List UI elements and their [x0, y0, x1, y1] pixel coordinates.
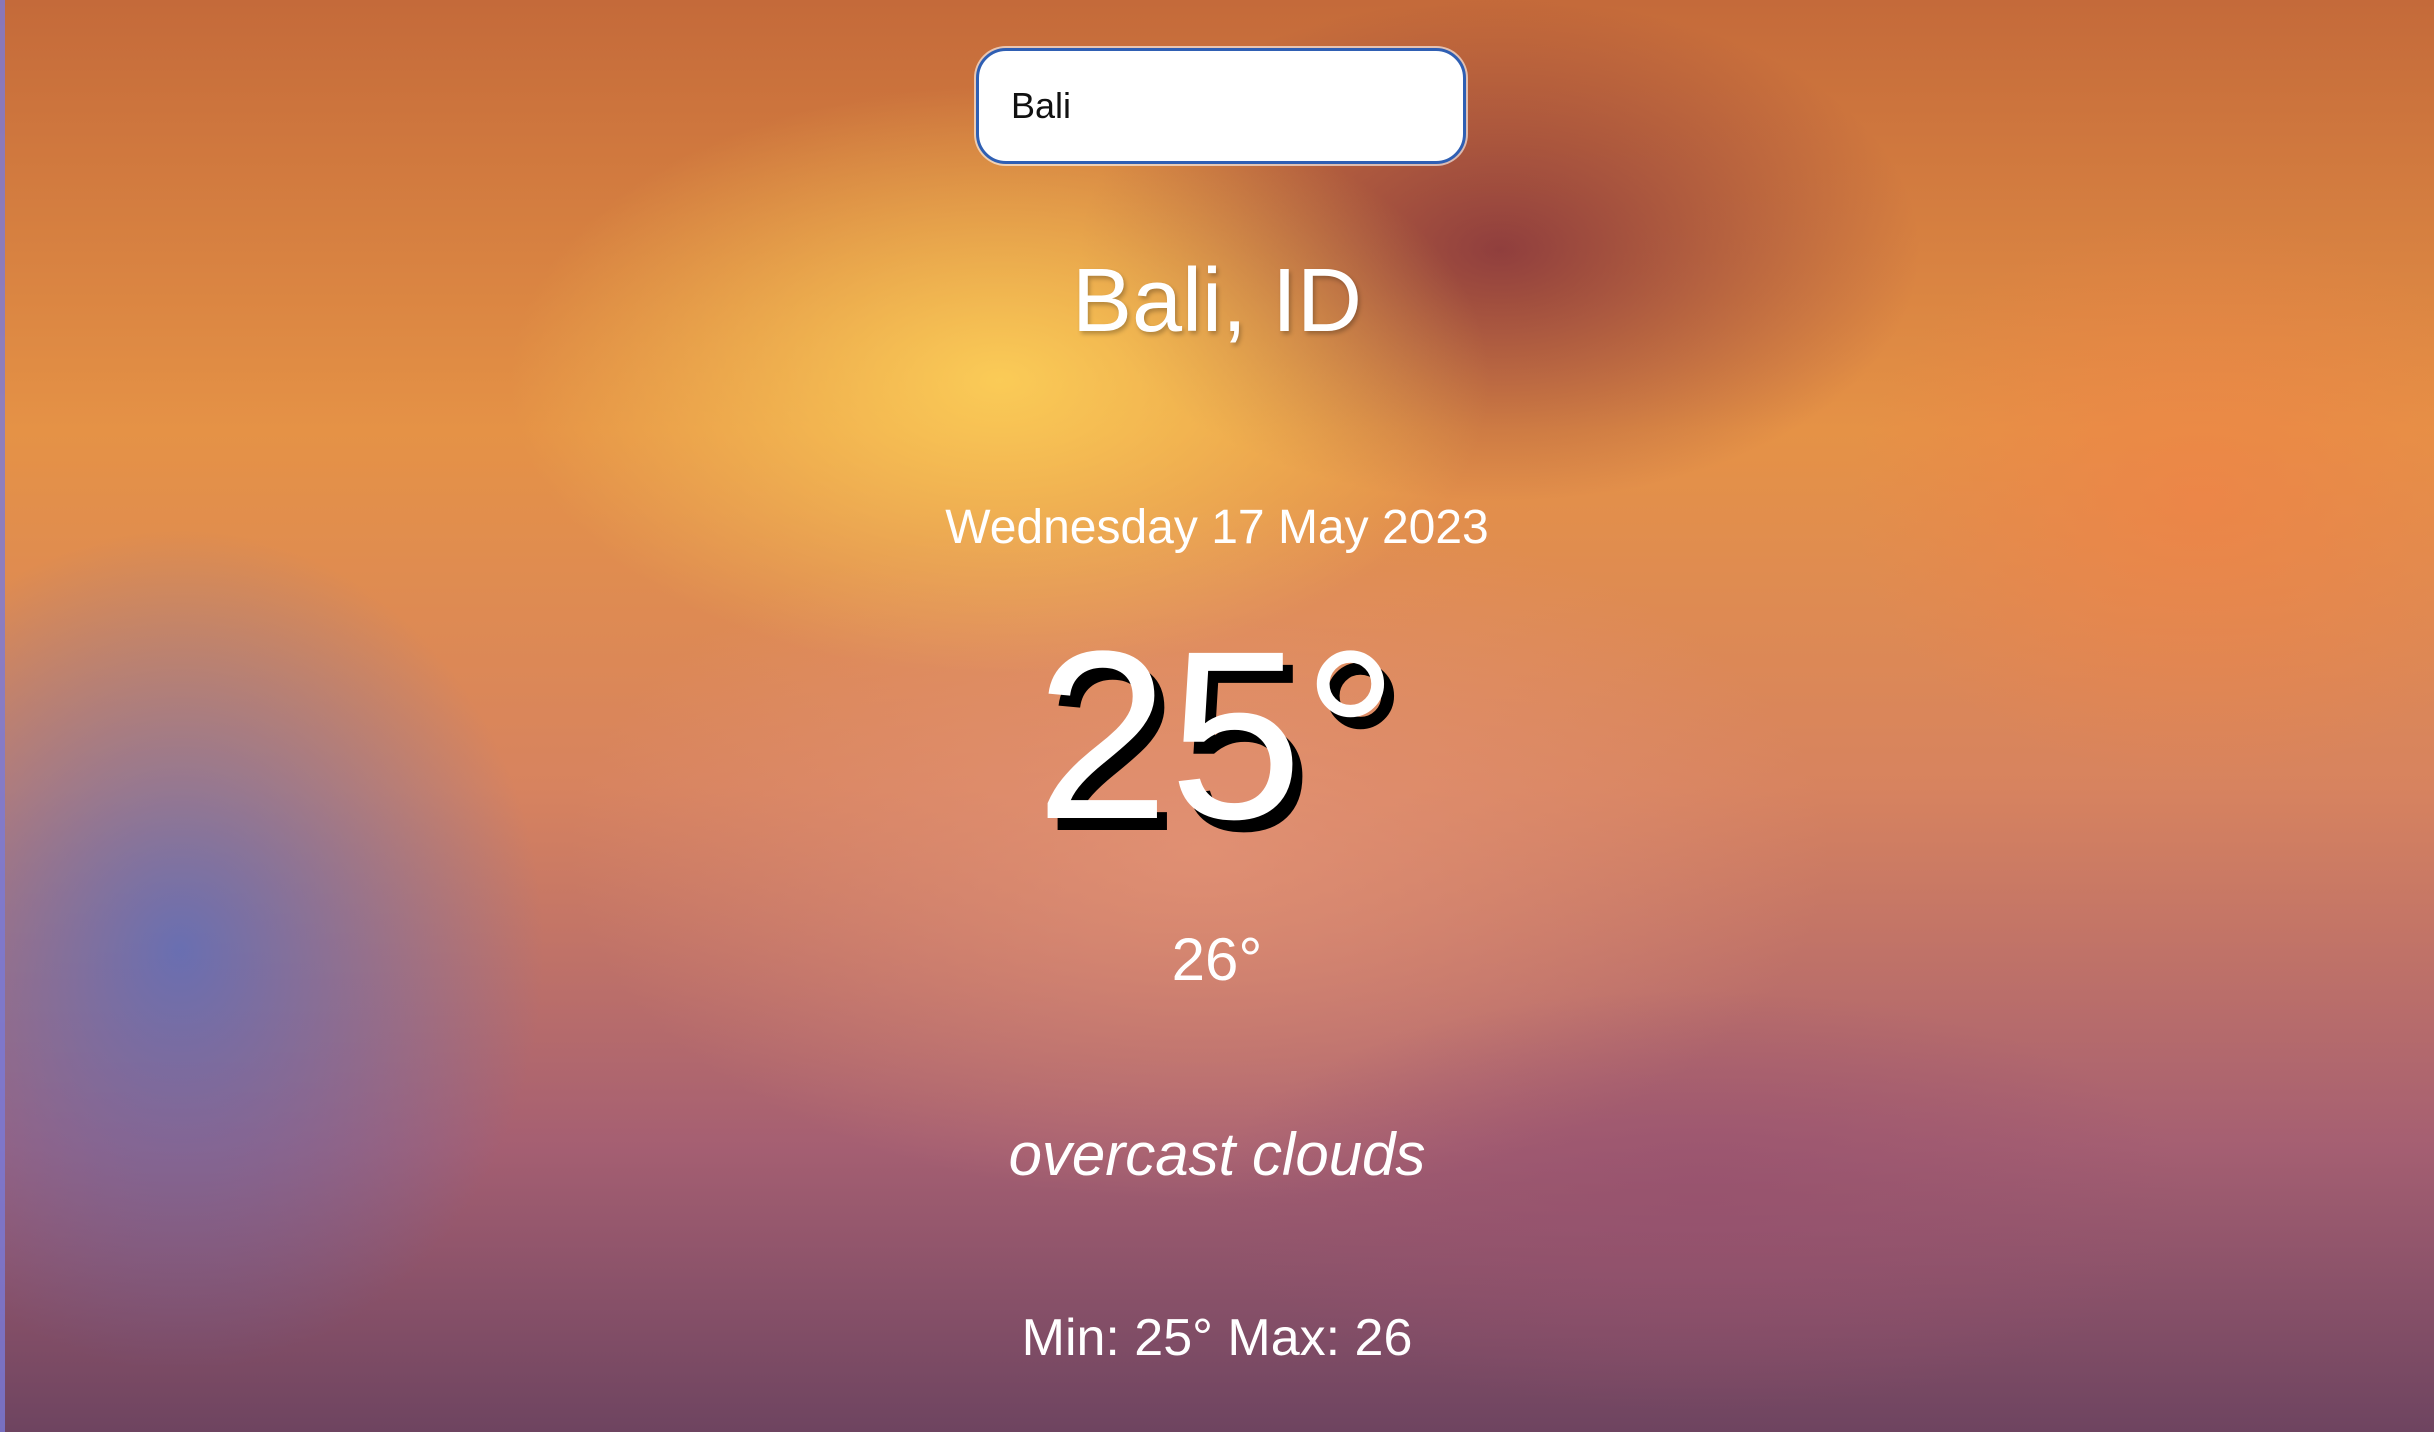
location-title: Bali, ID: [1071, 251, 1363, 351]
search-box[interactable]: [976, 48, 1466, 164]
city-search-input[interactable]: [979, 51, 1463, 161]
current-temperature: 25°: [1035, 601, 1399, 869]
min-max-temperature: Min: 25° Max: 26: [1021, 1309, 1413, 1367]
weather-description: overcast clouds: [1008, 1121, 1426, 1188]
current-date: Wednesday 17 May 2023: [945, 501, 1489, 554]
feels-like-temperature: 26°: [1171, 926, 1263, 993]
weather-app: Bali, ID Wednesday 17 May 2023 25° 26° o…: [0, 0, 2434, 1432]
